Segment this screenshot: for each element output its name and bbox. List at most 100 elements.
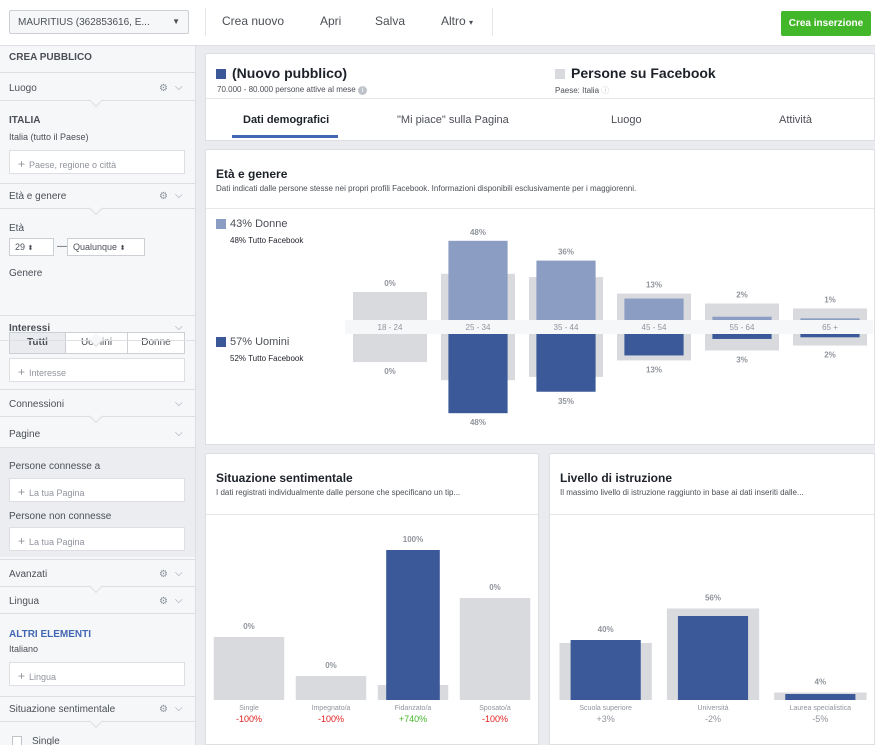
diff-label: -5% — [812, 714, 828, 724]
create-ad-button[interactable]: Crea inserzione — [781, 11, 871, 36]
more-elements-label: ALTRI ELEMENTI — [9, 629, 92, 640]
location-input[interactable]: + Paese, regione o città — [9, 150, 185, 174]
age-to-value: Qualunque — [73, 242, 118, 252]
language-placeholder: Lingua — [29, 672, 57, 682]
gear-icon[interactable]: ⚙ — [159, 83, 168, 94]
age-to-select[interactable]: Qualunque ⬍ — [67, 238, 145, 256]
single-checkbox[interactable] — [12, 736, 22, 745]
tab-page-likes[interactable]: "Mi piace" sulla Pagina — [397, 114, 509, 126]
diff-label: -2% — [705, 714, 721, 724]
gear-icon[interactable]: ⚙ — [159, 191, 168, 202]
not-connected-label: Persone non connesse — [9, 511, 112, 522]
men-legend-text: 57% Uomini — [230, 336, 290, 348]
education-chart: 40% Scuola superiore +3% 56% Università -2% 4%… — [559, 594, 867, 724]
men-bar — [624, 334, 684, 356]
category-label: Fidanzato/a — [395, 705, 432, 712]
age-from-value: 29 — [15, 242, 26, 252]
relationship-section-label[interactable]: Situazione sentimentale — [9, 704, 115, 715]
men-bar — [536, 334, 596, 392]
men-pct-label: 0% — [384, 367, 396, 376]
facebook-women-bar — [793, 308, 867, 320]
more-menu[interactable]: Altro ▾ — [441, 14, 473, 28]
value-label: 0% — [489, 583, 501, 592]
women-pct-label: 36% — [558, 248, 574, 257]
women-legend-text: 43% Donne — [230, 218, 288, 230]
active-tab-indicator — [232, 135, 338, 138]
age-gender-section-label[interactable]: Età e genere — [9, 191, 66, 202]
legend-square-icon — [216, 337, 226, 348]
women-pct-label: 48% — [470, 228, 486, 237]
women-pct-label: 13% — [646, 281, 662, 290]
plus-icon: + — [18, 485, 26, 499]
value-label: 100% — [403, 535, 423, 544]
country-sub-label: Italia (tutto il Paese) — [9, 132, 89, 142]
page-placeholder: La tua Pagina — [29, 537, 85, 547]
chevron-down-icon[interactable]: ⌵ — [175, 82, 183, 93]
women-bar — [536, 260, 596, 320]
info-icon[interactable]: i — [358, 86, 367, 95]
language-section-label[interactable]: Lingua — [9, 596, 39, 607]
audience-bar — [785, 694, 856, 700]
age-tick-label: 45 - 54 — [642, 323, 667, 332]
men-bar — [448, 334, 508, 414]
open-button[interactable]: Apri — [320, 14, 341, 28]
audience-bar — [570, 640, 641, 700]
women-pct-label: 2% — [736, 291, 748, 300]
gender-all-button[interactable]: Tutti — [9, 332, 66, 354]
divider — [206, 514, 538, 515]
connected-page-input[interactable]: + La tua Pagina — [9, 478, 185, 502]
plus-icon: + — [18, 365, 26, 379]
age-from-select[interactable]: 29 ⬍ — [9, 238, 54, 256]
connections-section-label[interactable]: Connessioni — [9, 399, 64, 410]
women-bar — [624, 298, 684, 320]
single-option-label: Single — [32, 736, 60, 745]
chevron-down-icon[interactable]: ⌵ — [175, 568, 183, 579]
pages-section-label[interactable]: Pagine — [9, 429, 40, 440]
chevron-down-icon[interactable]: ⌵ — [175, 428, 183, 439]
interest-input[interactable]: + Interesse — [9, 358, 185, 382]
connected-label: Persone connesse a — [9, 461, 101, 472]
value-label: 0% — [243, 622, 255, 631]
facebook-bar — [295, 676, 367, 700]
save-button[interactable]: Salva — [375, 14, 405, 28]
account-selector[interactable]: MAURITIUS (362853616, E... ▼ — [9, 10, 189, 34]
men-bar — [712, 334, 772, 339]
chevron-down-icon[interactable]: ⌵ — [175, 190, 183, 201]
diff-label: -100% — [236, 714, 262, 724]
advanced-section-label[interactable]: Avanzati — [9, 569, 47, 580]
interests-section-label[interactable]: Interessi — [9, 323, 50, 334]
section-notch — [88, 713, 104, 729]
audience-sidebar: CREA PUBBLICO Luogo ⚙ ⌵ ITALIA Italia (t… — [0, 46, 196, 745]
tab-activity[interactable]: Attività — [779, 114, 812, 126]
gear-icon[interactable]: ⚙ — [159, 704, 168, 715]
chevron-down-icon[interactable]: ⌵ — [175, 398, 183, 409]
gear-icon[interactable]: ⚙ — [159, 596, 168, 607]
info-icon[interactable]: ⓘ — [601, 86, 609, 95]
location-section-label[interactable]: Luogo — [9, 83, 37, 94]
tab-location[interactable]: Luogo — [611, 114, 642, 126]
sidebar-title: CREA PUBBLICO — [9, 52, 92, 63]
education-desc: Il massimo livello di istruzione raggiun… — [560, 488, 804, 497]
divider — [0, 559, 195, 560]
chevron-down-icon[interactable]: ⌵ — [175, 322, 183, 333]
language-input[interactable]: + Lingua — [9, 662, 185, 686]
chevron-down-icon[interactable]: ⌵ — [175, 595, 183, 606]
diff-label: +740% — [399, 714, 427, 724]
not-connected-page-input[interactable]: + La tua Pagina — [9, 527, 185, 551]
section-notch — [88, 578, 104, 594]
plus-icon: + — [18, 669, 26, 683]
language-value: Italiano — [9, 644, 39, 654]
men-legend: 57% Uomini — [216, 336, 289, 348]
gear-icon[interactable]: ⚙ — [159, 569, 168, 580]
gender-women-button[interactable]: Donne — [127, 332, 185, 354]
legend-square-icon — [216, 69, 226, 80]
create-new-button[interactable]: Crea nuovo — [222, 14, 284, 28]
section-notch — [88, 92, 104, 108]
chevron-down-icon[interactable]: ⌵ — [175, 703, 183, 714]
divider — [0, 315, 195, 316]
women-bar — [800, 318, 860, 320]
age-tick-label: 65 + — [822, 323, 838, 332]
tab-demographics[interactable]: Dati demografici — [243, 114, 329, 126]
men-pct-label: 2% — [824, 351, 836, 360]
age-dash: — — [57, 241, 67, 252]
